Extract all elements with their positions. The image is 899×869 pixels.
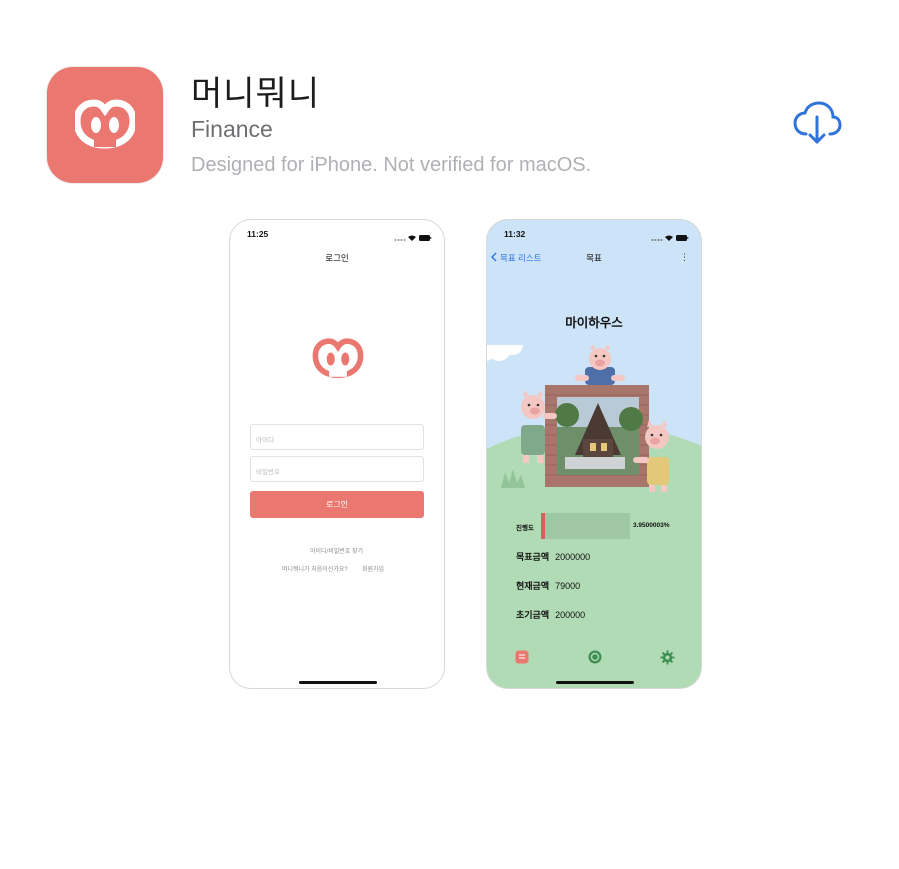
goal-name: 마이하우스 (565, 316, 623, 330)
current-amount-label: 현재금액 (516, 581, 550, 591)
coin-tab[interactable] (588, 650, 602, 669)
download-button[interactable] (792, 100, 842, 148)
id-field[interactable]: 아이디 (250, 424, 424, 450)
home-indicator (556, 681, 634, 684)
status-time: 11:32 (504, 229, 526, 239)
coin-tab-icon[interactable] (588, 650, 602, 664)
nav-title: 목표 (586, 253, 602, 263)
money-logo-icon (75, 99, 135, 149)
find-account-link[interactable]: 아이디/비밀번호 찾기 (310, 546, 363, 555)
icloud-download-icon[interactable] (792, 100, 842, 148)
settings-tab[interactable] (660, 650, 675, 670)
settings-tab-icon[interactable] (660, 650, 675, 665)
status-time: 11:25 (247, 229, 269, 239)
progress-value: 3.9500003% (633, 522, 670, 529)
list-tab[interactable] (515, 650, 529, 669)
password-field[interactable]: 비밀번호 (250, 456, 424, 482)
progress-label: 진행도 (516, 525, 534, 532)
nav-title: 로그인 (325, 253, 349, 263)
money-logo-icon (312, 338, 364, 378)
pig-house-illustration (487, 345, 669, 492)
goal-amount-row: 목표금액 2000000 (516, 550, 590, 563)
progress-bar (541, 513, 630, 539)
initial-amount-value: 200000 (555, 610, 586, 620)
login-button[interactable]: 로그인 (250, 491, 424, 518)
app-icon (47, 67, 163, 183)
home-indicator (299, 681, 377, 684)
screenshot-goal[interactable]: 11:32 목표 리스트 목표 ⋮ 마이하우스 진행도 3.9500003% 목… (486, 219, 702, 689)
app-category: Finance (191, 116, 273, 142)
current-amount-row: 현재금액 79000 (516, 579, 580, 592)
screenshot-login[interactable]: 11:25 로그인 아이디 비밀번호 로그인 아이디/비밀번호 찾기 머니뭐니가… (229, 219, 445, 689)
goal-amount-label: 목표금액 (516, 552, 550, 562)
compatibility-note: Designed for iPhone. Not verified for ma… (191, 154, 592, 176)
signup-link[interactable]: 회원가입 (362, 564, 384, 573)
initial-amount-row: 초기금액 200000 (516, 608, 585, 621)
app-name: 머니뭐니 (191, 74, 321, 114)
list-tab-icon[interactable] (515, 650, 529, 664)
goal-amount-value: 2000000 (555, 552, 591, 562)
status-icons (394, 229, 432, 247)
first-time-text: 머니뭐니가 처음이신가요? (282, 567, 348, 573)
progress-bar-fill (541, 513, 545, 539)
initial-amount-label: 초기금액 (516, 610, 550, 620)
status-icons (651, 229, 689, 247)
more-icon[interactable]: ⋮ (680, 252, 689, 263)
current-amount-value: 79000 (555, 581, 581, 591)
